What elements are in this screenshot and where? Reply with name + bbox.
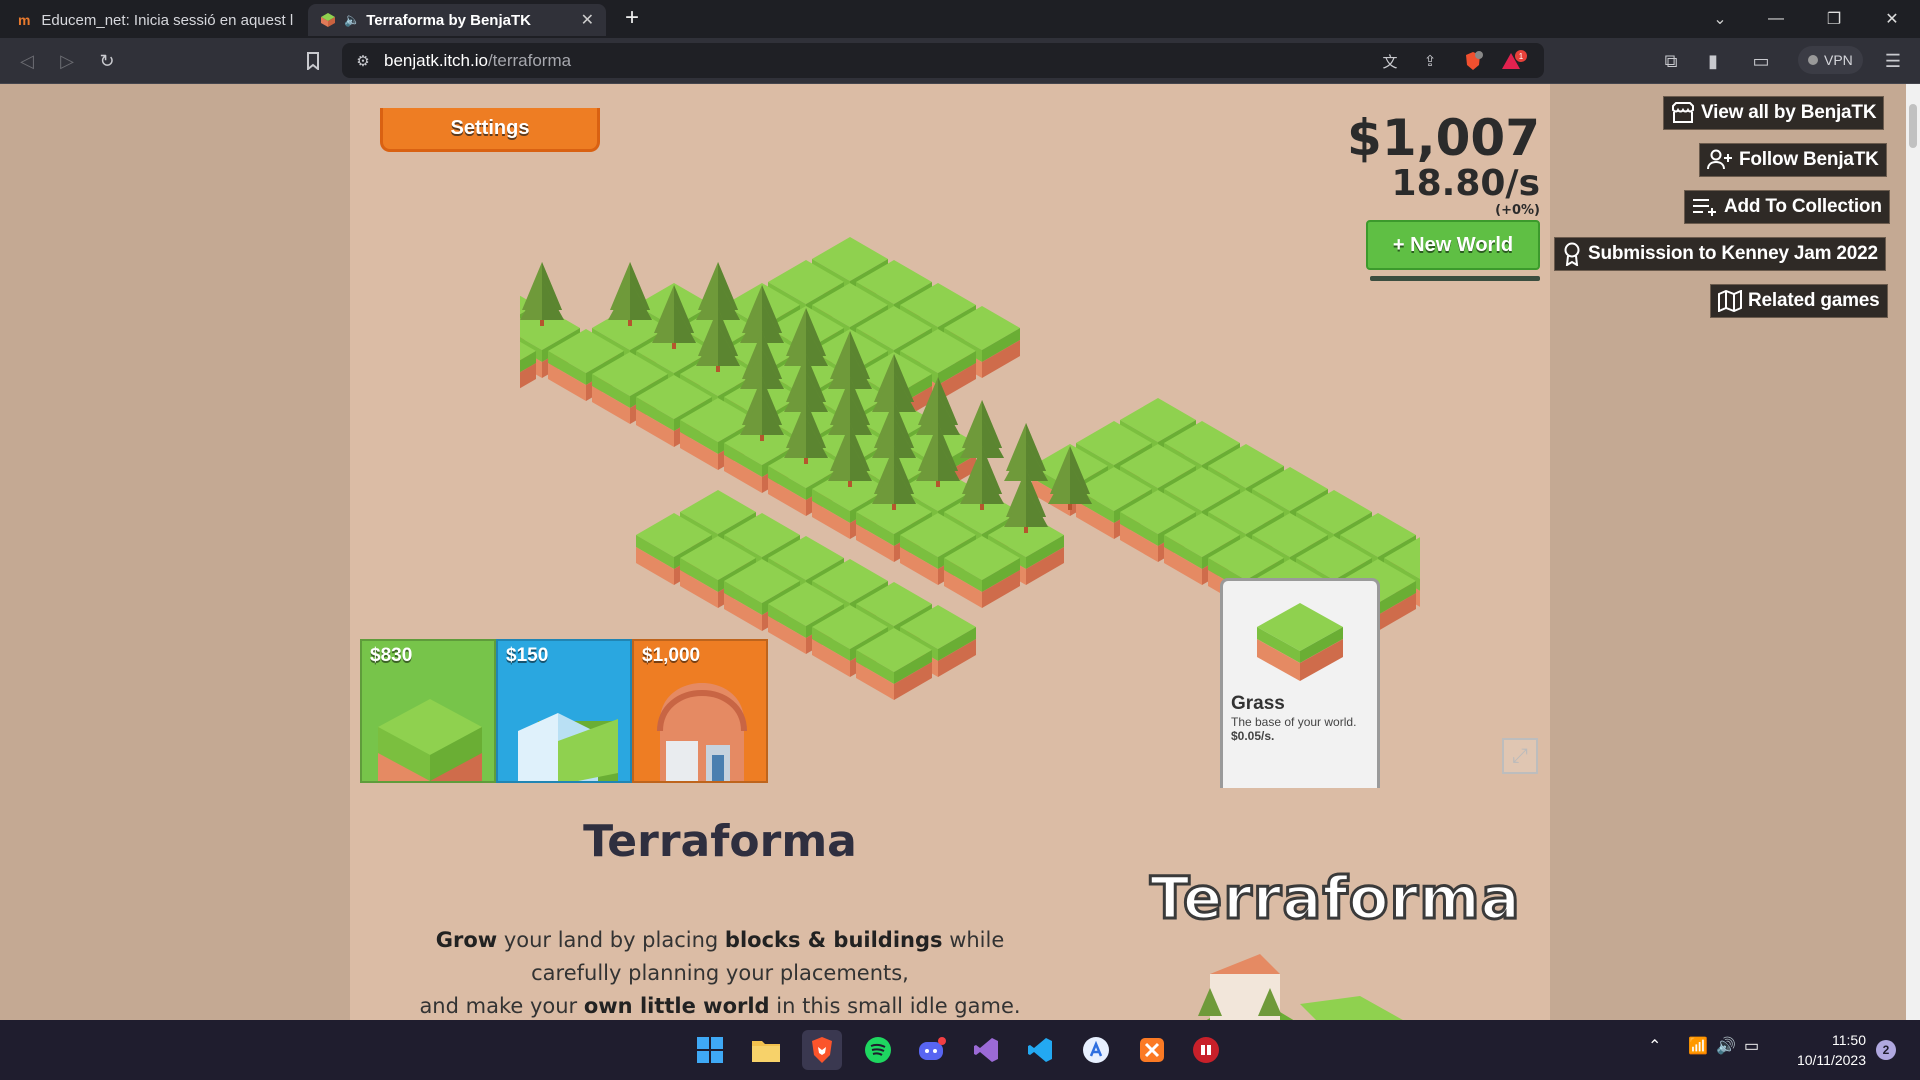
shop-item-water[interactable]: $150	[496, 639, 632, 783]
selected-item-rate: $0.05/s.	[1231, 729, 1275, 743]
page-scrollbar[interactable]	[1906, 84, 1920, 1020]
tab-bar: m Educem_net: Inicia sessió en aquest ll…	[0, 0, 1920, 38]
scrollbar-thumb[interactable]	[1909, 104, 1917, 148]
view-all-label: View all by BenjaTK	[1701, 102, 1877, 123]
selected-item-card: Grass The base of your world. $0.05/s.	[1220, 578, 1380, 788]
itch-store-icon	[1672, 102, 1694, 123]
url-text[interactable]: benjatk.itch.io/terraforma	[384, 51, 571, 71]
bookmark-icon[interactable]	[298, 46, 328, 76]
brave-shields-icon[interactable]	[1460, 51, 1486, 71]
brave-rewards-icon[interactable]: 1	[1500, 50, 1528, 71]
wifi-icon[interactable]: 📶	[1688, 1036, 1708, 1056]
shop-item-grass[interactable]: $830	[360, 639, 496, 783]
shop-price: $830	[370, 645, 413, 666]
page-viewport: Settings $1,007 18.80/s (+0%) + New Worl…	[0, 84, 1906, 1020]
wallet-icon[interactable]: ▭	[1746, 46, 1776, 76]
share-icon[interactable]: ⇪	[1419, 51, 1441, 71]
svg-text:1: 1	[1519, 52, 1524, 61]
close-tab-icon[interactable]: ✕	[581, 10, 594, 30]
tab-title: Educem_net: Inicia sessió en aquest llo	[41, 11, 294, 29]
spotify-icon[interactable]	[858, 1030, 898, 1070]
terraforma-favicon-icon	[320, 12, 336, 28]
related-games-button[interactable]: Related games	[1710, 284, 1888, 318]
game-logo-text: Terraforma	[1149, 863, 1522, 934]
close-window-icon[interactable]: ✕	[1864, 0, 1920, 38]
shop-price: $1,000	[642, 645, 701, 666]
tree	[608, 262, 652, 326]
browser-toolbar: ◁ ▷ ↻ ⚙ benjatk.itch.io/terraforma 文 ⇪ 1…	[0, 38, 1920, 84]
clock-time: 11:50	[1832, 1032, 1866, 1048]
reload-icon[interactable]: ↻	[92, 46, 122, 76]
settings-button[interactable]: Settings	[380, 108, 600, 152]
jam-label: Submission to Kenney Jam 2022	[1588, 243, 1878, 264]
site-info-icon[interactable]: ⚙	[352, 51, 374, 71]
vscode-icon[interactable]	[1020, 1030, 1060, 1070]
app-store-icon[interactable]	[1076, 1030, 1116, 1070]
forward-icon[interactable]: ▷	[52, 46, 82, 76]
sidebar-icon[interactable]: ▮	[1698, 46, 1728, 76]
follow-label: Follow BenjaTK	[1739, 149, 1879, 170]
game-title: Terraforma	[583, 816, 857, 867]
extensions-icon[interactable]: ⧉	[1656, 46, 1686, 76]
translate-icon[interactable]: 文	[1379, 51, 1401, 71]
selected-item-name: Grass	[1231, 693, 1285, 714]
restore-icon[interactable]: ❐	[1806, 0, 1862, 38]
grass-preview-icon	[1257, 603, 1343, 681]
rate-bonus: (+0%)	[1495, 203, 1540, 218]
vpn-status-icon	[1808, 55, 1818, 65]
discord-icon[interactable]	[912, 1030, 952, 1070]
tray-chevron-up-icon[interactable]: ⌃	[1648, 1036, 1661, 1056]
address-bar[interactable]: ⚙ benjatk.itch.io/terraforma 文 ⇪ 1	[342, 43, 1544, 78]
windows-taskbar: ⌃ 📶 🔊 ▭ 11:50 10/11/2023 2	[0, 1020, 1920, 1080]
shop-price: $150	[506, 645, 549, 666]
menu-icon[interactable]: ☰	[1878, 46, 1908, 76]
money-rate: 18.80/s	[1391, 163, 1540, 204]
tab-title: Terraforma by BenjaTK	[366, 11, 531, 29]
brave-browser-icon[interactable]	[802, 1030, 842, 1070]
fullscreen-icon[interactable]: ⤢	[1502, 738, 1538, 774]
back-icon[interactable]: ◁	[12, 46, 42, 76]
money-amount: $1,007	[1347, 109, 1540, 167]
clock-date: 10/11/2023	[1796, 1052, 1866, 1068]
minimize-icon[interactable]: —	[1748, 0, 1804, 38]
jam-submission-button[interactable]: Submission to Kenney Jam 2022	[1554, 237, 1886, 271]
tree	[520, 262, 564, 326]
windows-start-icon[interactable]	[690, 1030, 730, 1070]
add-user-icon	[1707, 149, 1732, 170]
recorder-app-icon[interactable]	[1186, 1030, 1226, 1070]
collection-label: Add To Collection	[1724, 196, 1882, 217]
follow-button[interactable]: Follow BenjaTK	[1699, 143, 1887, 177]
file-explorer-icon[interactable]	[746, 1030, 786, 1070]
battery-icon[interactable]: ▭	[1744, 1036, 1759, 1056]
money-display: $1,007 18.80/s (+0%)	[1260, 110, 1540, 220]
add-to-collection-button[interactable]: Add To Collection	[1684, 190, 1890, 224]
ribbon-award-icon	[1564, 242, 1580, 266]
volume-icon[interactable]: 🔊	[1716, 1036, 1736, 1056]
game-logo-art	[1198, 954, 1403, 1020]
shop-item-house[interactable]: $1,000	[632, 639, 768, 783]
system-clock[interactable]: 11:50 10/11/2023	[1780, 1030, 1866, 1070]
visual-studio-icon[interactable]	[966, 1030, 1006, 1070]
tab-terraforma[interactable]: 🔈 Terraforma by BenjaTK ✕	[308, 4, 606, 36]
view-all-button[interactable]: View all by BenjaTK	[1663, 96, 1885, 130]
selected-item-description: The base of your world.	[1231, 715, 1357, 729]
speaker-icon[interactable]: 🔈	[344, 12, 360, 28]
vpn-button[interactable]: VPN	[1798, 46, 1863, 74]
game-description: Grow your land by placing blocks & build…	[419, 928, 1021, 1018]
related-label: Related games	[1748, 290, 1880, 311]
educem-favicon-icon: m	[18, 12, 31, 28]
map-icon	[1718, 290, 1742, 312]
notification-count-badge[interactable]: 2	[1876, 1040, 1896, 1060]
tab-educem[interactable]: m Educem_net: Inicia sessió en aquest ll…	[6, 4, 306, 36]
xampp-icon[interactable]	[1132, 1030, 1172, 1070]
new-tab-button[interactable]: +	[618, 4, 646, 32]
playlist-add-icon	[1693, 199, 1716, 216]
tab-search-chevron-down-icon[interactable]: ⌄	[1706, 5, 1734, 33]
